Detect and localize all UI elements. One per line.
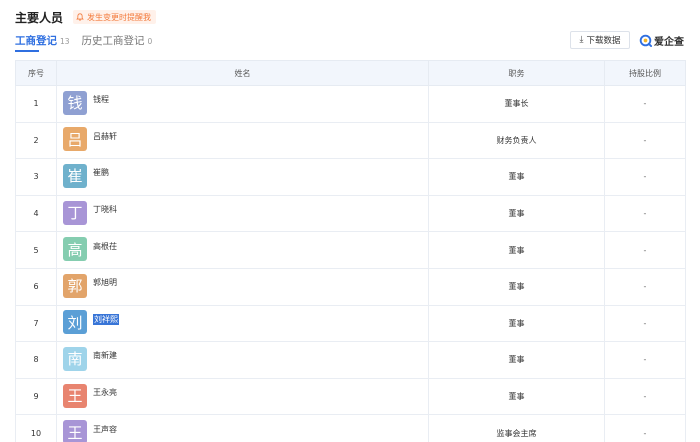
download-icon: ⤓ — [579, 35, 584, 45]
tab-bar: 工商登记 13 历史工商登记 0 — [15, 33, 164, 52]
name-cell: 王王永亮 — [56, 377, 429, 416]
name-cell: 南南新建 — [56, 341, 429, 379]
name-cell: 郭郭旭明 — [56, 267, 429, 306]
table-row: 9 王王永亮 董事 - — [15, 377, 686, 416]
role-cell: 董事 — [428, 267, 605, 306]
person-name-link[interactable]: 崔鹏 — [93, 167, 109, 178]
avatar: 高 — [63, 237, 87, 262]
table-row: 6 郭郭旭明 董事 - — [15, 267, 686, 306]
share-cell: - — [604, 85, 686, 123]
avatar: 南 — [63, 346, 87, 371]
role-cell: 董事 — [428, 377, 605, 416]
row-index: 7 — [15, 304, 57, 343]
avatar: 刘 — [63, 310, 87, 335]
brand-logo-icon — [639, 34, 652, 47]
change-alert-button[interactable]: 发生变更时提醒我 — [73, 10, 157, 24]
avatar: 王 — [63, 383, 87, 408]
row-index: 2 — [15, 121, 57, 160]
role-cell: 董事 — [428, 341, 605, 379]
role-cell: 董事 — [428, 194, 605, 233]
table-row: 8 南南新建 董事 - — [15, 341, 686, 379]
table-row: 5 高高根茌 董事 - — [15, 231, 686, 269]
role-cell: 董事 — [428, 231, 605, 269]
name-cell: 崔崔鹏 — [56, 158, 429, 196]
tab-business-registration[interactable]: 工商登记 13 — [15, 33, 70, 52]
table-header-row: 序号 姓名 职务 持股比例 — [15, 60, 686, 86]
name-cell: 丁丁晓科 — [56, 194, 429, 233]
table-row: 4 丁丁晓科 董事 - — [15, 194, 686, 233]
tab-count: 13 — [60, 37, 70, 46]
role-cell: 监事会主席 — [428, 414, 605, 442]
row-index: 8 — [15, 341, 57, 379]
table-body: 1 钱钱程 董事长 -2 吕吕赫轩 财务负责人 -3 崔崔鹏 董事 -4 丁丁晓科 董事 -5 高高根茌董… — [15, 85, 686, 442]
row-index: 9 — [15, 377, 57, 416]
name-cell: 王王声容 — [56, 414, 429, 442]
avatar: 崔 — [63, 163, 87, 188]
brand-name: 爱企查 — [654, 36, 684, 48]
share-cell: - — [604, 121, 686, 160]
person-name-link[interactable]: 丁晓科 — [93, 204, 117, 215]
table-row: 2 吕吕赫轩 财务负责人 - — [15, 121, 686, 160]
row-index: 3 — [15, 158, 57, 196]
download-data-button[interactable]: ⤓ 下载数据 — [570, 31, 630, 49]
share-cell: - — [604, 341, 686, 379]
download-label: 下载数据 — [586, 36, 621, 46]
share-cell: - — [604, 304, 686, 343]
name-cell: 吕吕赫轩 — [56, 121, 429, 160]
change-alert-label: 发生变更时提醒我 — [87, 12, 152, 22]
person-name-link[interactable]: 王永亮 — [93, 387, 117, 398]
tab-history-registration[interactable]: 历史工商登记 0 — [82, 33, 153, 52]
share-cell: - — [604, 158, 686, 196]
person-name-link[interactable]: 王声容 — [93, 424, 117, 435]
tab-count: 0 — [147, 37, 153, 46]
brand[interactable]: 爱企查 — [639, 31, 684, 49]
avatar: 吕 — [63, 127, 87, 152]
tab-label: 历史工商登记 — [81, 35, 145, 47]
personnel-table: 序号 姓名 职务 持股比例 1 钱钱程 董事长 -2 吕吕赫轩 财务负责人 -3 崔崔鹏 董事 -… — [15, 60, 686, 442]
person-name-link[interactable]: 吕赫轩 — [93, 131, 117, 142]
avatar: 王 — [63, 420, 87, 442]
role-cell: 董事 — [428, 158, 605, 196]
name-cell: 高高根茌 — [56, 231, 429, 269]
row-index: 1 — [15, 85, 57, 123]
name-cell: 刘刘祥熙 — [56, 304, 429, 343]
share-cell: - — [604, 194, 686, 233]
tab-label: 工商登记 — [15, 35, 57, 47]
column-header-role: 职务 — [428, 60, 605, 86]
person-name-link[interactable]: 高根茌 — [93, 241, 117, 252]
table-row: 3 崔崔鹏 董事 - — [15, 158, 686, 196]
name-cell: 钱钱程 — [56, 85, 429, 123]
share-cell: - — [604, 267, 686, 306]
share-cell: - — [604, 414, 686, 442]
section-header: 主要人员 发生变更时提醒我 — [15, 8, 157, 26]
table-row: 1 钱钱程 董事长 - — [15, 85, 686, 123]
person-name-link[interactable]: 南新建 — [93, 350, 117, 361]
share-cell: - — [604, 231, 686, 269]
table-row: 10 王王声容 监事会主席 - — [15, 414, 686, 442]
role-cell: 财务负责人 — [428, 121, 605, 160]
avatar: 郭 — [63, 273, 87, 298]
avatar: 钱 — [63, 90, 87, 115]
table-row: 7 刘刘祥熙 董事 - — [15, 304, 686, 343]
column-header-share: 持股比例 — [604, 60, 686, 86]
person-name-link[interactable]: 刘祥熙 — [93, 313, 119, 325]
avatar: 丁 — [63, 200, 87, 225]
row-index: 6 — [15, 267, 57, 306]
share-cell: - — [604, 377, 686, 416]
page-title: 主要人员 — [15, 10, 64, 25]
column-header-name: 姓名 — [56, 60, 429, 86]
bell-icon — [76, 13, 84, 21]
row-index: 4 — [15, 194, 57, 233]
person-name-link[interactable]: 郭旭明 — [93, 277, 117, 288]
column-header-index: 序号 — [15, 60, 57, 86]
person-name-link[interactable]: 钱程 — [93, 94, 109, 105]
row-index: 5 — [15, 231, 57, 269]
role-cell: 董事 — [428, 304, 605, 343]
row-index: 10 — [15, 414, 57, 442]
role-cell: 董事长 — [428, 85, 605, 123]
